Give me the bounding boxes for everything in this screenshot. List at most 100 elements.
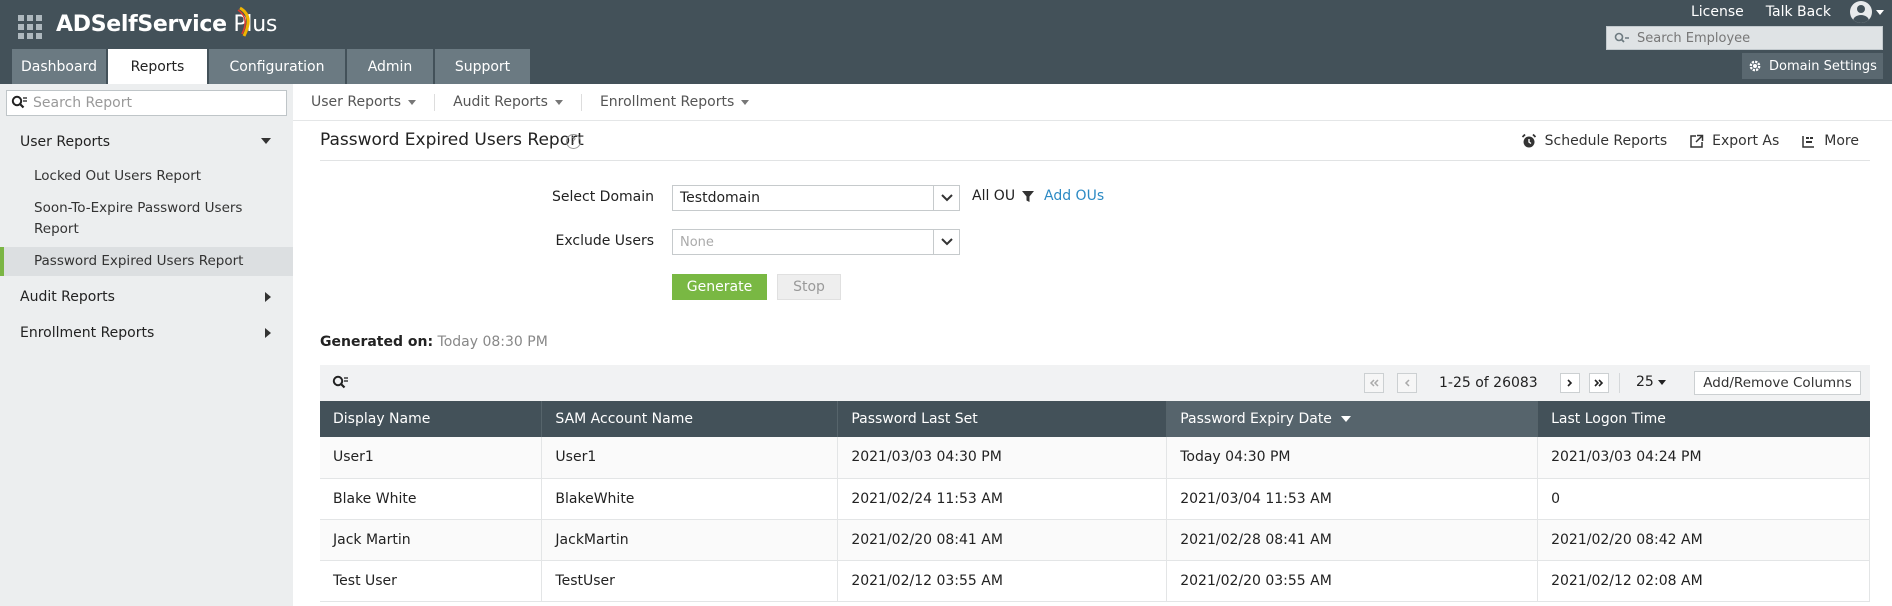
chevron-right-icon [265,292,271,302]
table-header-row: Display Name SAM Account Name Password L… [320,401,1870,437]
first-page-icon[interactable] [1364,373,1384,393]
search-report-box [6,90,287,116]
schedule-reports-button[interactable]: Schedule Reports [1521,133,1667,149]
cell-password-last-set: 2021/02/24 11:53 AM [837,478,1168,520]
table-toolbar: 1-25 of 26083 25 Add/Remove Columns [320,365,1870,401]
tab-admin[interactable]: Admin [347,49,433,84]
tab-dashboard[interactable]: Dashboard [12,49,106,84]
exclude-users-placeholder: None [680,234,714,250]
more-button[interactable]: More [1801,133,1859,149]
sidebar-category-label: User Reports [20,134,111,150]
subnav-enrollment-reports[interactable]: Enrollment Reports [600,94,767,111]
table-row[interactable]: Jack Martin JackMartin 2021/02/20 08:41 … [320,519,1870,561]
cell-sam-account-name: JackMartin [541,519,839,561]
table-row[interactable]: Blake White BlakeWhite 2021/02/24 11:53 … [320,478,1870,520]
cell-password-expiry-date: 2021/03/04 11:53 AM [1166,478,1539,520]
select-domain-value: Testdomain [680,190,761,206]
main-tabs: Dashboard Reports Configuration Admin Su… [12,49,532,84]
select-domain-label: Select Domain [552,189,654,205]
generated-on-value: Today 08:30 PM [437,334,548,350]
filter-icon[interactable] [1021,190,1035,203]
column-header-label: Password Expiry Date [1180,411,1332,427]
sidebar-item-soon-to-expire[interactable]: Soon-To-Expire Password Users Report [0,198,293,240]
user-avatar-icon[interactable] [1850,1,1872,23]
subnav-label: Enrollment Reports [599,94,735,110]
generate-button[interactable]: Generate [672,274,767,300]
sidebar-item-password-expired[interactable]: Password Expired Users Report [0,247,293,276]
logo-swoosh-icon [237,6,250,37]
stop-button[interactable]: Stop [777,274,841,300]
apps-grid-icon[interactable] [18,15,42,39]
add-ous-link[interactable]: Add OUs [1044,188,1104,204]
cell-last-logon-time: 2021/02/20 08:42 AM [1537,519,1870,561]
cell-last-logon-time: 0 [1537,478,1870,520]
sidebar-category-label: Audit Reports [20,289,115,305]
table-row[interactable]: Test User TestUser 2021/02/12 03:55 AM 2… [320,560,1870,602]
chevron-down-icon[interactable] [1876,9,1884,15]
gear-icon [1749,60,1761,72]
cell-password-last-set: 2021/03/03 04:30 PM [837,437,1168,479]
column-header-password-expiry-date[interactable]: Password Expiry Date [1166,401,1539,437]
cell-last-logon-time: 2021/03/03 04:24 PM [1537,437,1870,479]
sidebar-category-audit-reports[interactable]: Audit Reports [0,282,293,312]
sidebar-category-enrollment-reports[interactable]: Enrollment Reports [0,318,293,348]
sidebar-category-user-reports[interactable]: User Reports [0,127,293,157]
subnav-label: Audit Reports [453,94,548,110]
action-label: Export As [1712,133,1780,149]
sidebar: User Reports Locked Out Users Report Soo… [0,84,293,606]
domain-settings-label: Domain Settings [1769,58,1877,74]
chevron-down-icon [408,99,417,105]
cell-password-expiry-date: 2021/02/28 08:41 AM [1166,519,1539,561]
cell-last-logon-time: 2021/02/12 02:08 AM [1537,560,1870,602]
column-header-sam-account-name[interactable]: SAM Account Name [541,401,839,437]
select-domain-dropdown[interactable]: Testdomain [672,185,960,211]
top-header: ADSelfService Plus License Talk Back Dom… [0,0,1892,84]
all-ou-label: All OU [972,188,1016,204]
subnav-audit-reports[interactable]: Audit Reports [453,93,582,111]
next-page-icon[interactable] [1560,373,1580,393]
cell-sam-account-name: User1 [541,437,839,479]
exclude-users-dropdown[interactable]: None [672,229,960,255]
column-header-last-logon-time[interactable]: Last Logon Time [1537,401,1870,437]
cell-display-name: Blake White [320,478,543,520]
column-header-display-name[interactable]: Display Name [320,401,543,437]
cell-display-name: Jack Martin [320,519,543,561]
cell-sam-account-name: TestUser [541,560,839,602]
license-link[interactable]: License [1680,4,1755,20]
tab-support[interactable]: Support [435,49,530,84]
chevron-down-icon [554,99,563,105]
subnav-label: User Reports [311,94,402,110]
search-employee-input[interactable] [1637,30,1877,46]
last-page-icon[interactable] [1589,373,1609,393]
cell-password-last-set: 2021/02/20 08:41 AM [837,519,1168,561]
column-header-password-last-set[interactable]: Password Last Set [837,401,1168,437]
report-table: Display Name SAM Account Name Password L… [320,401,1870,602]
search-report-input[interactable] [33,95,273,111]
chevron-down-icon[interactable] [933,186,959,210]
talk-back-link[interactable]: Talk Back [1755,4,1842,20]
chevron-down-icon[interactable] [933,230,959,254]
per-page-select[interactable]: 25 [1636,374,1666,390]
subnav-user-reports[interactable]: User Reports [311,93,436,111]
page-range: 1-25 of 26083 [1439,375,1538,391]
top-links: License Talk Back [1680,0,1892,24]
help-icon[interactable]: ? [566,134,581,149]
prev-page-icon[interactable] [1397,373,1417,393]
export-as-button[interactable]: Export As [1689,133,1779,149]
more-icon [1802,135,1815,148]
sidebar-item-locked-out-users[interactable]: Locked Out Users Report [0,166,293,187]
divider [1619,373,1620,393]
add-remove-columns-button[interactable]: Add/Remove Columns [1694,371,1861,395]
search-icon[interactable] [332,375,350,391]
table-row[interactable]: User1 User1 2021/03/03 04:30 PM Today 04… [320,437,1870,479]
cell-password-expiry-date: Today 04:30 PM [1166,437,1539,479]
chevron-down-icon [1657,379,1666,385]
exclude-users-label: Exclude Users [555,233,655,249]
page-title: Password Expired Users Report [320,130,584,150]
action-label: More [1824,133,1859,149]
cell-password-expiry-date: 2021/02/20 03:55 AM [1166,560,1539,602]
tab-reports[interactable]: Reports [108,49,207,84]
domain-settings-button[interactable]: Domain Settings [1742,53,1883,79]
tab-configuration[interactable]: Configuration [209,49,345,84]
generated-on-label: Generated on: [320,334,434,350]
